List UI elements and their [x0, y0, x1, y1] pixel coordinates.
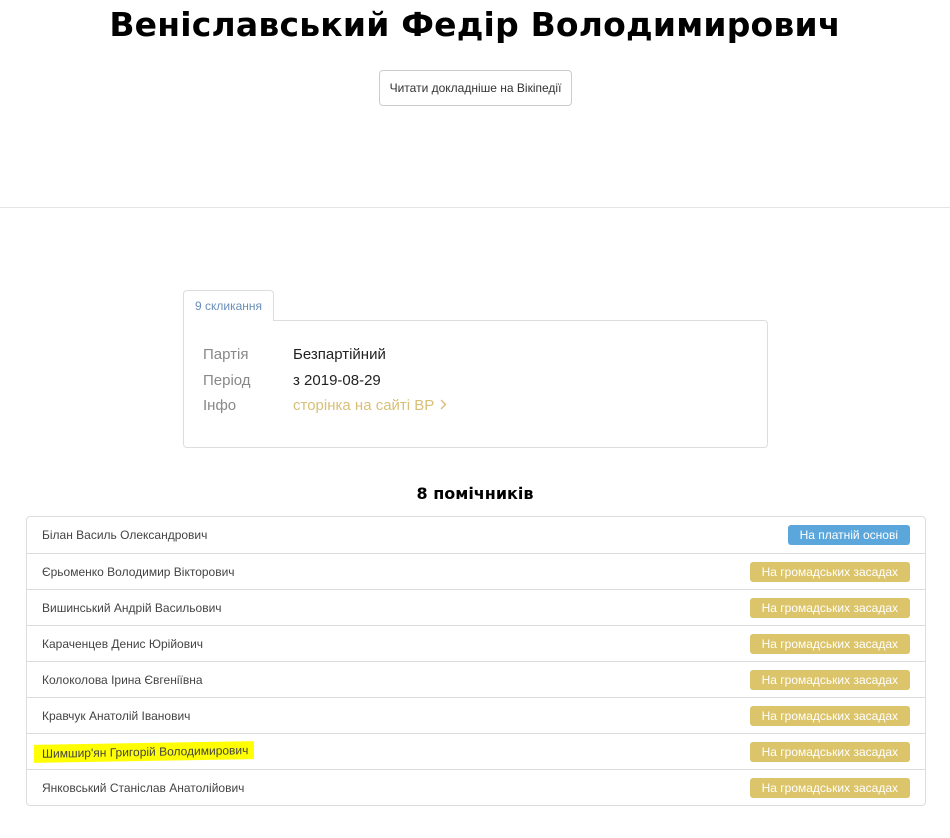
info-row-party: Партія Безпартійний: [203, 345, 386, 365]
list-item: Кравчук Анатолій Іванович На громадських…: [27, 697, 925, 733]
status-badge: На громадських засадах: [749, 633, 910, 654]
divider: [0, 207, 950, 208]
assistant-name: Білан Василь Олександрович: [42, 528, 208, 542]
status-badge: На громадських засадах: [749, 669, 910, 690]
status-badge: На платній основі: [787, 525, 910, 545]
period-value: з 2019-08-29: [293, 372, 381, 389]
status-badge: На громадських засадах: [749, 777, 910, 798]
status-badge: На громадських засадах: [749, 741, 910, 762]
status-badge: На громадських засадах: [749, 561, 910, 582]
parliament-site-link[interactable]: сторінка на сайті ВР: [293, 396, 447, 416]
assistant-name: Колоколова Ірина Євгеніївна: [42, 672, 203, 687]
list-item: Вишинський Андрій Васильович На громадсь…: [27, 589, 925, 625]
status-badge: На громадських засадах: [749, 705, 910, 726]
list-item: Білан Василь Олександрович На платній ос…: [27, 517, 925, 553]
info-row-period: Період з 2019-08-29: [203, 371, 381, 391]
assistants-heading: 8 помічників: [416, 484, 534, 503]
tab-panel: Партія Безпартійний Період з 2019-08-29 …: [183, 320, 768, 448]
page-title: Веніславський Федір Володимирович: [109, 5, 841, 44]
list-item: Караченцев Денис Юрійович На громадських…: [27, 625, 925, 661]
assistants-list: Білан Василь Олександрович На платній ос…: [26, 516, 926, 806]
info-label: Інфо: [203, 397, 237, 414]
page: Веніславський Федір Володимирович Читати…: [0, 0, 950, 838]
list-item: Колоколова Ірина Євгеніївна На громадськ…: [27, 661, 925, 697]
assistant-name: Вишинський Андрій Васильович: [42, 600, 222, 615]
status-badge: На громадських засадах: [749, 597, 910, 618]
assistant-name: Янковський Станіслав Анатолійович: [42, 780, 245, 795]
list-item: Янковський Станіслав Анатолійович На гро…: [27, 769, 925, 805]
party-label: Партія: [203, 346, 249, 363]
assistant-name-highlighted: Шимшир'ян Григорій Володимирович: [34, 740, 255, 763]
info-row-link: Інфо сторінка на сайті ВР: [203, 396, 447, 416]
parliament-site-link-label: сторінка на сайті ВР: [293, 397, 435, 414]
party-value: Безпартійний: [293, 346, 386, 363]
list-item: Єрьоменко Володимир Вікторович На громад…: [27, 553, 925, 589]
chevron-right-icon: [440, 396, 447, 416]
wikipedia-button[interactable]: Читати докладніше на Вікіпедії: [379, 70, 572, 106]
assistant-name: Караченцев Денис Юрійович: [42, 636, 204, 651]
assistant-name: Кравчук Анатолій Іванович: [42, 708, 191, 723]
assistant-name: Єрьоменко Володимир Вікторович: [42, 564, 235, 579]
tab-convocation-9[interactable]: 9 скликання: [183, 290, 274, 321]
period-label: Період: [203, 372, 251, 389]
list-item: Шимшир'ян Григорій Володимирович На гром…: [27, 733, 925, 769]
